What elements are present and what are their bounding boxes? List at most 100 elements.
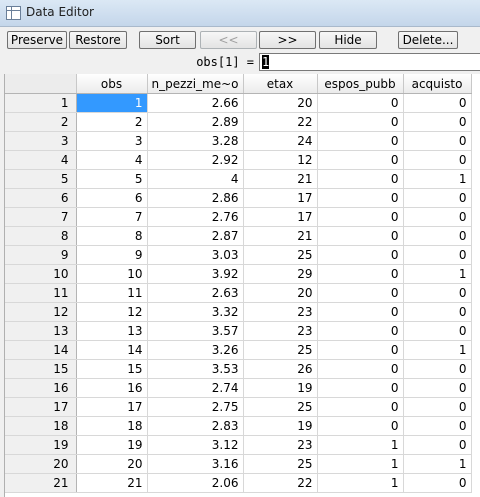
- column-header-etax[interactable]: etax: [243, 74, 318, 94]
- cell-n-pezzi[interactable]: 2.83: [147, 416, 244, 436]
- cell-espos-pubb[interactable]: 0: [317, 226, 404, 246]
- restore-button[interactable]: Restore: [69, 31, 127, 49]
- row-number[interactable]: 13: [5, 321, 77, 341]
- cell-acquisto[interactable]: 0: [403, 93, 472, 113]
- row-number[interactable]: 9: [5, 245, 77, 265]
- row-number[interactable]: 6: [5, 188, 77, 208]
- row-number[interactable]: 19: [5, 435, 77, 455]
- cell-espos-pubb[interactable]: 0: [317, 169, 404, 189]
- cell-obs[interactable]: 5: [76, 169, 148, 189]
- cell-n-pezzi[interactable]: 3.28: [147, 131, 244, 151]
- cell-obs[interactable]: 4: [76, 150, 148, 170]
- cell-etax[interactable]: 21: [243, 226, 318, 246]
- cell-etax[interactable]: 23: [243, 302, 318, 322]
- cell-n-pezzi[interactable]: 3.57: [147, 321, 244, 341]
- cell-espos-pubb[interactable]: 0: [317, 131, 404, 151]
- cell-espos-pubb[interactable]: 0: [317, 321, 404, 341]
- cell-obs[interactable]: 14: [76, 340, 148, 360]
- cell-etax[interactable]: 19: [243, 378, 318, 398]
- cell-n-pezzi[interactable]: 3.92: [147, 264, 244, 284]
- cell-acquisto[interactable]: 0: [403, 359, 472, 379]
- cell-acquisto[interactable]: 0: [403, 435, 472, 455]
- column-header-acquisto[interactable]: acquisto: [403, 74, 472, 94]
- row-number[interactable]: 10: [5, 264, 77, 284]
- previous-button[interactable]: <<: [200, 31, 257, 49]
- cell-n-pezzi[interactable]: 2.86: [147, 188, 244, 208]
- cell-n-pezzi[interactable]: 2.89: [147, 112, 244, 132]
- row-number[interactable]: 12: [5, 302, 77, 322]
- cell-espos-pubb[interactable]: 0: [317, 264, 404, 284]
- cell-obs[interactable]: 19: [76, 435, 148, 455]
- row-number[interactable]: 15: [5, 359, 77, 379]
- cell-acquisto[interactable]: 0: [403, 188, 472, 208]
- cell-etax[interactable]: 25: [243, 397, 318, 417]
- cell-acquisto[interactable]: 0: [403, 207, 472, 227]
- row-number[interactable]: 20: [5, 454, 77, 474]
- row-number[interactable]: 5: [5, 169, 77, 189]
- cell-espos-pubb[interactable]: 0: [317, 150, 404, 170]
- row-number[interactable]: 17: [5, 397, 77, 417]
- row-number[interactable]: 3: [5, 131, 77, 151]
- cell-obs[interactable]: 8: [76, 226, 148, 246]
- cell-n-pezzi[interactable]: 4: [147, 169, 244, 189]
- cell-n-pezzi[interactable]: 3.53: [147, 359, 244, 379]
- cell-acquisto[interactable]: 0: [403, 245, 472, 265]
- cell-etax[interactable]: 23: [243, 321, 318, 341]
- cell-acquisto[interactable]: 0: [403, 302, 472, 322]
- cell-obs[interactable]: 21: [76, 473, 148, 493]
- cell-etax[interactable]: 22: [243, 473, 318, 493]
- cell-etax[interactable]: 25: [243, 454, 318, 474]
- cell-etax[interactable]: 21: [243, 169, 318, 189]
- cell-acquisto[interactable]: 0: [403, 473, 472, 493]
- cell-obs[interactable]: 17: [76, 397, 148, 417]
- cell-espos-pubb[interactable]: 0: [317, 93, 404, 113]
- cell-espos-pubb[interactable]: 0: [317, 207, 404, 227]
- cell-obs[interactable]: 20: [76, 454, 148, 474]
- cell-n-pezzi[interactable]: 2.75: [147, 397, 244, 417]
- row-number[interactable]: 7: [5, 207, 77, 227]
- cell-n-pezzi[interactable]: 3.12: [147, 435, 244, 455]
- cell-acquisto[interactable]: 0: [403, 397, 472, 417]
- hide-button[interactable]: Hide: [319, 31, 377, 49]
- row-number[interactable]: 21: [5, 473, 77, 493]
- cell-obs[interactable]: 13: [76, 321, 148, 341]
- cell-etax[interactable]: 17: [243, 207, 318, 227]
- cell-etax[interactable]: 25: [243, 245, 318, 265]
- cell-etax[interactable]: 22: [243, 112, 318, 132]
- cell-etax[interactable]: 23: [243, 435, 318, 455]
- cell-n-pezzi[interactable]: 2.76: [147, 207, 244, 227]
- cell-acquisto[interactable]: 1: [403, 264, 472, 284]
- cell-espos-pubb[interactable]: 0: [317, 188, 404, 208]
- cell-etax[interactable]: 12: [243, 150, 318, 170]
- cell-espos-pubb[interactable]: 1: [317, 454, 404, 474]
- cell-acquisto[interactable]: 0: [403, 150, 472, 170]
- cell-espos-pubb[interactable]: 0: [317, 378, 404, 398]
- cell-etax[interactable]: 26: [243, 359, 318, 379]
- row-number[interactable]: 4: [5, 150, 77, 170]
- cell-obs[interactable]: 10: [76, 264, 148, 284]
- cell-etax[interactable]: 29: [243, 264, 318, 284]
- cell-acquisto[interactable]: 0: [403, 378, 472, 398]
- cell-acquisto[interactable]: 0: [403, 321, 472, 341]
- cell-etax[interactable]: 20: [243, 93, 318, 113]
- cell-acquisto[interactable]: 1: [403, 340, 472, 360]
- cell-n-pezzi[interactable]: 3.16: [147, 454, 244, 474]
- column-header-espos-pubb[interactable]: espos_pubb: [317, 74, 404, 94]
- cell-acquisto[interactable]: 0: [403, 226, 472, 246]
- cell-espos-pubb[interactable]: 0: [317, 112, 404, 132]
- cell-n-pezzi[interactable]: 3.03: [147, 245, 244, 265]
- next-button[interactable]: >>: [259, 31, 316, 49]
- row-number[interactable]: 2: [5, 112, 77, 132]
- cell-n-pezzi[interactable]: 2.87: [147, 226, 244, 246]
- cell-n-pezzi[interactable]: 2.74: [147, 378, 244, 398]
- row-number[interactable]: 14: [5, 340, 77, 360]
- cell-obs[interactable]: 15: [76, 359, 148, 379]
- column-header-obs[interactable]: obs: [76, 74, 148, 94]
- cell-obs[interactable]: 1: [76, 93, 148, 113]
- cell-acquisto[interactable]: 1: [403, 169, 472, 189]
- cell-acquisto[interactable]: 0: [403, 112, 472, 132]
- cell-obs[interactable]: 12: [76, 302, 148, 322]
- cell-etax[interactable]: 17: [243, 188, 318, 208]
- cell-obs[interactable]: 7: [76, 207, 148, 227]
- preserve-button[interactable]: Preserve: [7, 31, 67, 49]
